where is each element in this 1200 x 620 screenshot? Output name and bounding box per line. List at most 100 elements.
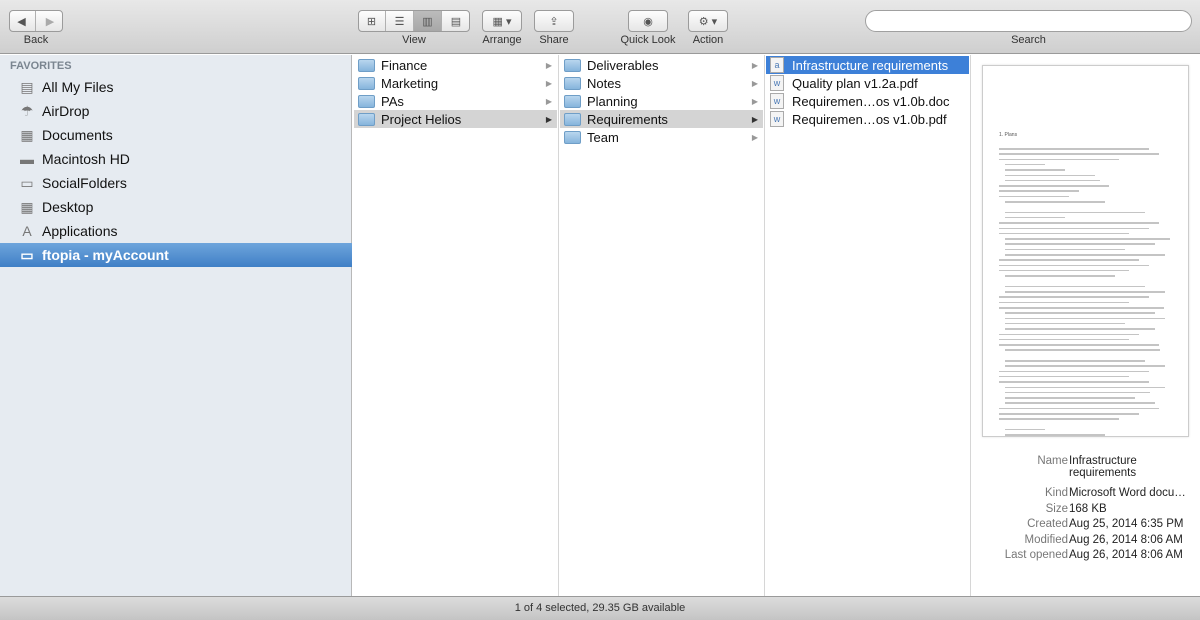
sidebar-item[interactable]: ▦ Desktop (0, 195, 352, 219)
file-item[interactable]: w Requiremen…os v1.0b.doc (766, 92, 969, 110)
folder-item[interactable]: Finance ▶ (354, 56, 557, 74)
item-label: PAs (381, 93, 404, 109)
file-item[interactable]: a Infrastructure requirements (766, 56, 969, 74)
sidebar-item[interactable]: ▬ Macintosh HD (0, 147, 352, 171)
folder-item[interactable]: Notes ▶ (560, 74, 763, 92)
preview-text-line (999, 370, 1149, 373)
sidebar-item[interactable]: ▭ SocialFolders (0, 171, 352, 195)
item-label: Requiremen…os v1.0b.pdf (792, 111, 947, 127)
preview-text-line (1005, 349, 1160, 351)
toolbar: ◀ ▶ Back ⊞ ☰ ▥ ▤ View ▦ ▾ Arrange ⇪ Share ◉ … (0, 0, 1200, 54)
folder-icon (564, 76, 581, 90)
preview-text-line (1005, 328, 1155, 330)
arrange-button[interactable]: ▦ ▾ (482, 10, 522, 32)
disclosure-arrow-icon: ▶ (545, 96, 552, 106)
preview-text-line (1005, 434, 1105, 436)
list-view-icon[interactable]: ☰ (386, 11, 414, 31)
folder-icon (358, 94, 375, 108)
sidebar-item-label: SocialFolders (42, 175, 127, 191)
sidebar-item-label: All My Files (42, 79, 114, 95)
sidebar-item[interactable]: ▦ Documents (0, 123, 352, 147)
back-forward-buttons[interactable]: ◀ ▶ (9, 10, 63, 32)
preview-text-line (1005, 238, 1170, 240)
metadata-value: 168 KB (1069, 503, 1107, 515)
view-buttons[interactable]: ⊞ ☰ ▥ ▤ (358, 10, 470, 32)
disclosure-arrow-icon: ▶ (751, 78, 758, 88)
sidebar-item[interactable]: A Applications (0, 219, 352, 243)
coverflow-view-icon[interactable]: ▤ (442, 11, 470, 31)
disclosure-arrow-icon: ▶ (751, 96, 758, 106)
preview-text-line (1005, 216, 1065, 219)
share-label: Share (539, 34, 569, 46)
item-label: Requirements (587, 111, 668, 127)
preview-text-line (999, 375, 1129, 378)
quick-look-button[interactable]: ◉ (628, 10, 668, 32)
disclosure-arrow-icon: ▶ (751, 60, 758, 70)
preview-text-line (1005, 169, 1065, 171)
folder-icon (564, 130, 581, 144)
metadata-value: Infrastructure requirements (1069, 455, 1137, 479)
gear-icon: ⚙ ▾ (698, 15, 718, 28)
preview-text-line (1005, 322, 1125, 325)
metadata-key: Size (1045, 503, 1068, 515)
folder-icon: ▭ (20, 246, 34, 263)
documents-icon: ▦ (20, 126, 34, 143)
sidebar-item-label: Applications (42, 223, 118, 239)
preview-text-line (999, 264, 1149, 267)
column-view-icon[interactable]: ▥ (414, 11, 442, 31)
item-label: Finance (381, 57, 428, 73)
preview-text-line (999, 269, 1129, 272)
preview-text-line (1005, 391, 1150, 394)
sidebar-item[interactable]: ▭ ftopia - myAccount (0, 243, 352, 267)
item-label: Requiremen…os v1.0b.doc (792, 93, 950, 109)
sidebar-item-label: Macintosh HD (42, 151, 130, 167)
item-label: Quality plan v1.2a.pdf (792, 75, 918, 91)
folder-item[interactable]: Deliverables ▶ (560, 56, 763, 74)
metadata-value: Aug 26, 2014 8:06 AM (1069, 534, 1183, 546)
column-project-helios: Deliverables ▶ Notes ▶ Planning ▶ Requirements… (559, 55, 765, 596)
desktop-icon: ▦ (20, 198, 34, 215)
sidebar-item-label: ftopia - myAccount (42, 247, 169, 263)
search-input[interactable] (865, 10, 1192, 32)
metadata-key: Kind (1044, 487, 1068, 499)
preview-text-line (999, 232, 1129, 235)
status-bar: 1 of 4 selected, 29.35 GB available (0, 596, 1200, 620)
item-label: Team (587, 129, 619, 145)
preview-text-line (999, 338, 1129, 341)
item-label: Notes (587, 75, 621, 91)
sidebar-item[interactable]: ▤ All My Files (0, 75, 352, 99)
preview-text-line (999, 307, 1164, 309)
document-preview-thumbnail[interactable]: 1. Plans (982, 65, 1189, 437)
preview-text-line (1005, 201, 1105, 203)
arrange-label: Arrange (482, 34, 522, 46)
folder-item[interactable]: Planning ▶ (560, 92, 763, 110)
metadata-value: Aug 26, 2014 8:06 AM (1069, 549, 1183, 561)
folder-item[interactable]: Requirements ▶ (560, 110, 763, 128)
sidebar-item-label: Documents (42, 127, 113, 143)
all-files-icon: ▤ (20, 78, 34, 95)
folder-item[interactable]: Team ▶ (560, 128, 763, 146)
preview-text-line (999, 190, 1079, 192)
back-arrow-icon[interactable]: ◀ (8, 11, 36, 31)
file-item[interactable]: w Quality plan v1.2a.pdf (766, 74, 969, 92)
quick-look-label: Quick Look (620, 34, 676, 46)
item-label: Deliverables (587, 57, 659, 73)
preview-text-line (999, 333, 1139, 335)
search-label: Search (1011, 34, 1046, 46)
forward-arrow-icon[interactable]: ▶ (36, 11, 64, 31)
preview-text-line (1005, 428, 1045, 431)
folder-item[interactable]: Marketing ▶ (354, 74, 557, 92)
preview-text-line (999, 153, 1159, 155)
icon-view-icon[interactable]: ⊞ (358, 11, 386, 31)
metadata-key: Name (1037, 455, 1068, 467)
folder-item[interactable]: Project Helios ▶ (354, 110, 557, 128)
share-button[interactable]: ⇪ (534, 10, 574, 32)
document-icon: a (770, 57, 784, 73)
eye-icon: ◉ (643, 15, 653, 28)
column-folders: Finance ▶ Marketing ▶ PAs ▶ Project Helios ▶ (353, 55, 559, 596)
sidebar-item[interactable]: ☂ AirDrop (0, 99, 352, 123)
folder-item[interactable]: PAs ▶ (354, 92, 557, 110)
action-button[interactable]: ⚙ ▾ (688, 10, 728, 32)
preview-text-line (999, 301, 1129, 304)
file-item[interactable]: w Requiremen…os v1.0b.pdf (766, 110, 969, 128)
